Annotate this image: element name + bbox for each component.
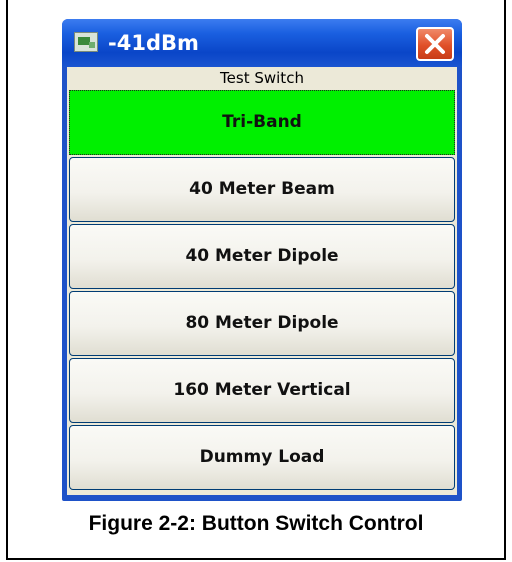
switch-button-dummy-load[interactable]: Dummy Load <box>69 425 455 490</box>
close-icon <box>425 34 445 54</box>
switch-button-40m-dipole[interactable]: 40 Meter Dipole <box>69 224 455 289</box>
switch-button-160m-vertical[interactable]: 160 Meter Vertical <box>69 358 455 423</box>
close-button[interactable] <box>416 27 454 61</box>
switch-group-label: Test Switch <box>220 69 304 87</box>
switch-button-tri-band[interactable]: Tri-Band <box>69 90 455 155</box>
figure-caption: Figure 2-2: Button Switch Control <box>88 512 424 535</box>
app-icon <box>74 32 98 52</box>
window-title: -41dBm <box>108 31 199 55</box>
switch-panel: Test Switch Tri-Band 40 Meter Beam 40 Me… <box>67 67 457 495</box>
switch-button-80m-dipole[interactable]: 80 Meter Dipole <box>69 291 455 356</box>
switch-button-40m-beam[interactable]: 40 Meter Beam <box>69 157 455 222</box>
app-window: -41dBm Test Switch Tri-Band 40 Meter Bea… <box>62 19 462 501</box>
title-bar[interactable]: -41dBm <box>62 19 462 67</box>
